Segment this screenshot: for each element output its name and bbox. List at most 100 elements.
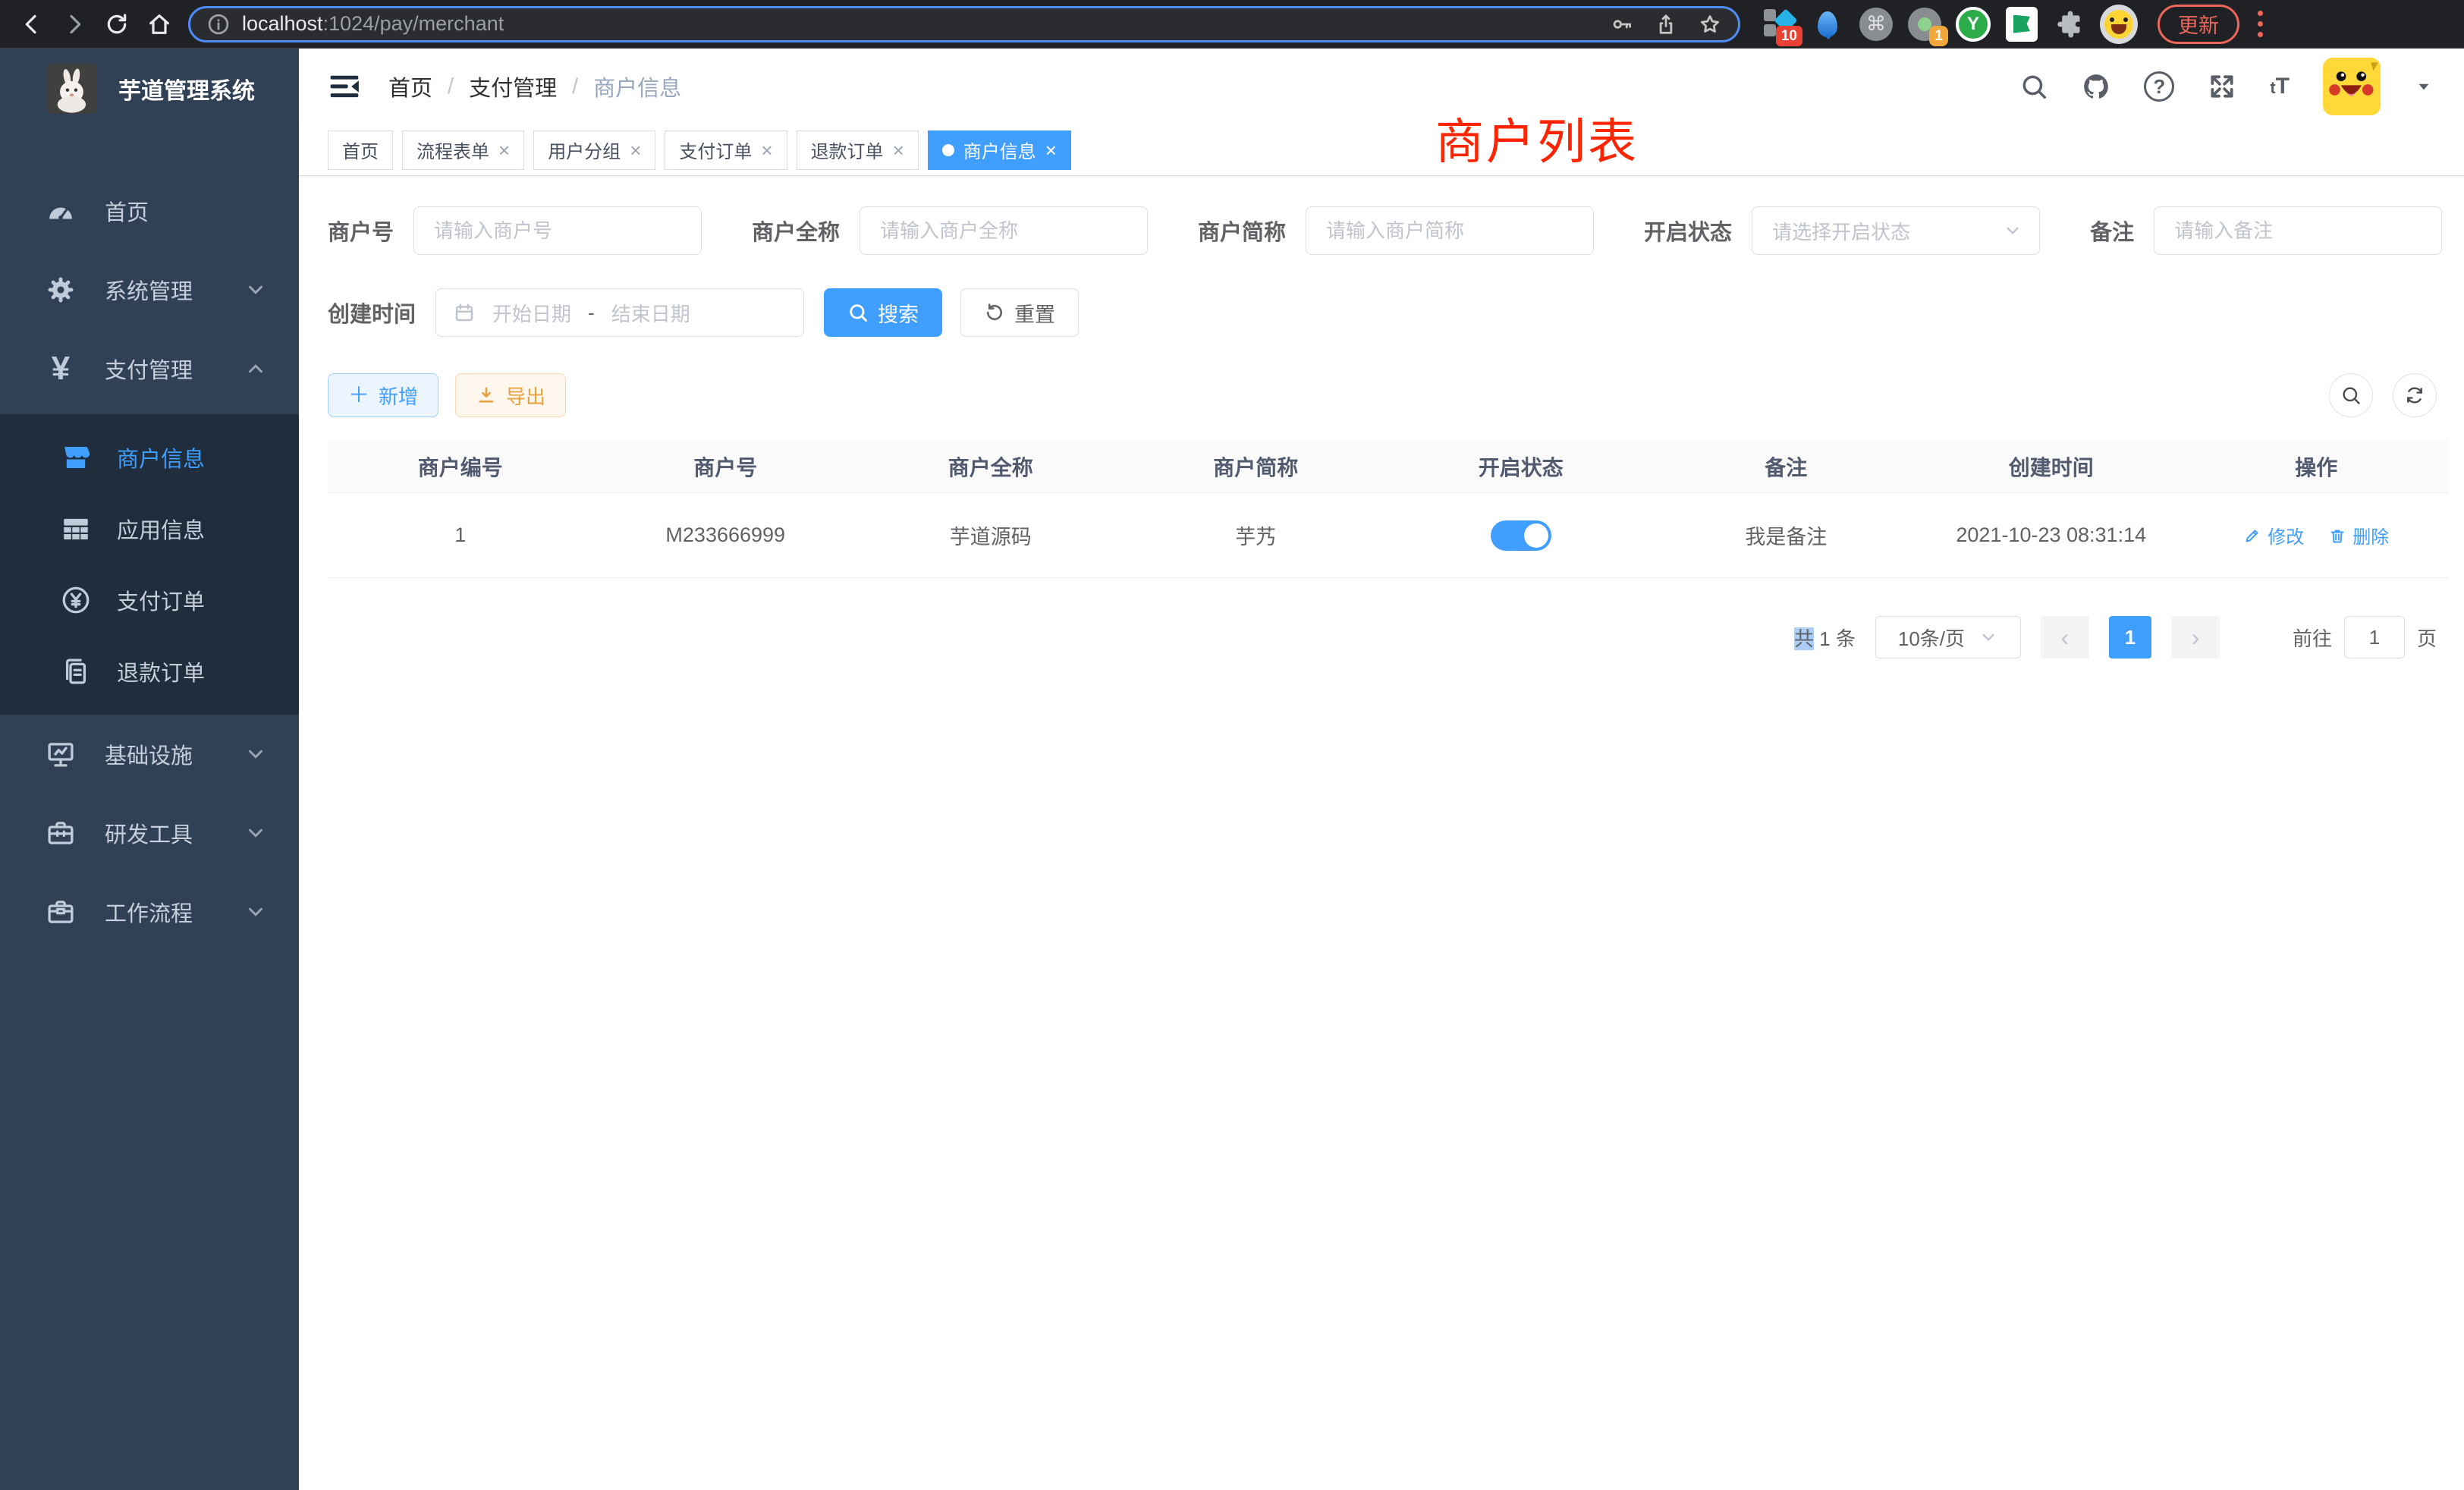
sidebar-item-workflow[interactable]: 工作流程 (0, 872, 299, 951)
sidebar-item-infra[interactable]: 基础设施 (0, 715, 299, 794)
chevron-down-icon (244, 278, 267, 301)
filter-label: 备注 (2090, 215, 2134, 247)
app-logo[interactable]: 芋道管理系统 (0, 49, 299, 129)
avatar-caret-icon[interactable] (2414, 77, 2434, 96)
search-button[interactable]: 搜索 (824, 288, 942, 337)
font-size-icon[interactable]: tT (2270, 74, 2290, 99)
export-button[interactable]: 导出 (455, 373, 566, 417)
share-icon[interactable] (1655, 13, 1677, 36)
browser-home-button[interactable] (138, 3, 181, 46)
tab-home[interactable]: 首页 (328, 130, 393, 170)
profile-emoji-icon (2100, 5, 2138, 44)
cell-id: 1 (328, 523, 593, 547)
extension-recorder-icon[interactable]: 1 (1906, 5, 1944, 43)
bookmark-star-icon[interactable] (1699, 13, 1721, 36)
merchant-shortname-input[interactable] (1306, 206, 1594, 255)
pagination: 共 1 条 10条/页 ‹ 1 › 前往 页 (328, 616, 2449, 659)
cell-full-name: 芋道源码 (858, 520, 1124, 550)
tab-process-form[interactable]: 流程表单× (402, 130, 524, 170)
sidebar-item-merchant-info[interactable]: 商户信息 (0, 422, 299, 493)
page-size-value: 10条/页 (1898, 624, 1965, 652)
sidebar-item-label: 支付管理 (105, 353, 193, 385)
password-key-icon[interactable] (1611, 13, 1633, 36)
sidebar-item-pay-order[interactable]: 支付订单 (0, 564, 299, 636)
edit-button[interactable]: 修改 (2243, 522, 2304, 549)
page-1-button[interactable]: 1 (2109, 616, 2151, 659)
tags-view: 首页 流程表单× 用户分组 × 支付订单 × 退款订单× 商户信息× (299, 124, 2464, 176)
tab-close-icon[interactable]: × (1045, 140, 1057, 160)
extension-y-icon[interactable]: Y (1954, 5, 1992, 43)
page-size-select[interactable]: 10条/页 (1875, 616, 2021, 659)
col-header: 商户全称 (858, 451, 1124, 482)
add-button[interactable]: ＋ 新增 (328, 373, 438, 417)
goto-page-input[interactable] (2344, 616, 2405, 659)
prev-page-button[interactable]: ‹ (2041, 616, 2089, 659)
tab-close-icon[interactable]: × (630, 140, 641, 160)
sidebar-item-app-info[interactable]: 应用信息 (0, 493, 299, 564)
site-info-icon[interactable] (207, 13, 230, 36)
toggle-search-button[interactable] (2329, 373, 2373, 417)
search-label: 搜索 (878, 298, 919, 328)
breadcrumb-pay[interactable]: 支付管理 (469, 71, 557, 102)
github-icon[interactable] (2082, 72, 2110, 101)
tab-pay-order[interactable]: 支付订单 × (665, 130, 787, 170)
sidebar-item-system[interactable]: 系统管理 (0, 250, 299, 329)
sidebar-item-pay[interactable]: ¥ 支付管理 (0, 329, 299, 408)
user-avatar[interactable] (2323, 58, 2381, 115)
filter-label: 开启状态 (1644, 215, 1732, 247)
add-label: 新增 (379, 382, 418, 410)
extension-balloon-icon[interactable] (1809, 5, 1846, 43)
address-bar[interactable]: localhost:1024/pay/merchant (188, 6, 1740, 42)
refresh-table-button[interactable] (2393, 373, 2437, 417)
sidebar-item-refund-order[interactable]: 退款订单 (0, 636, 299, 707)
merchant-fullname-input[interactable] (860, 206, 1148, 255)
create-time-range-picker[interactable]: 开始日期 - 结束日期 (435, 288, 804, 337)
fullscreen-icon[interactable] (2208, 72, 2236, 101)
tab-close-icon[interactable]: × (498, 140, 510, 160)
help-icon[interactable]: ? (2144, 71, 2174, 102)
next-page-button[interactable]: › (2171, 616, 2220, 659)
tab-close-icon[interactable]: × (761, 140, 772, 160)
document-copy-icon (58, 655, 94, 687)
sidebar-item-label: 研发工具 (105, 817, 193, 849)
browser-reload-button[interactable] (96, 3, 138, 46)
puzzle-icon (2055, 9, 2085, 39)
tab-label: 用户分组 (548, 137, 621, 163)
tab-label: 支付订单 (679, 137, 752, 163)
extension-command-icon[interactable]: ⌘ (1857, 5, 1895, 43)
merchant-no-input[interactable] (413, 206, 702, 255)
remark-input[interactable] (2154, 206, 2442, 255)
reset-button[interactable]: 重置 (960, 288, 1079, 337)
tab-refund-order[interactable]: 退款订单× (797, 130, 919, 170)
tab-close-icon[interactable]: × (893, 140, 904, 160)
extension-badge: 10 (1776, 26, 1802, 46)
tab-user-group[interactable]: 用户分组 × (533, 130, 655, 170)
chrome-menu-button[interactable] (2253, 6, 2268, 42)
back-icon (20, 12, 44, 36)
url-path: :1024/pay/merchant (323, 12, 504, 36)
tab-merchant-info[interactable]: 商户信息× (928, 130, 1071, 170)
browser-profile-avatar[interactable] (2100, 5, 2138, 43)
browser-forward-button[interactable] (53, 3, 96, 46)
sidebar-item-home[interactable]: 首页 (0, 171, 299, 250)
chrome-update-button[interactable]: 更新 (2158, 5, 2239, 44)
filter-row-2: 创建时间 开始日期 - 结束日期 搜索 重置 (328, 288, 2449, 337)
status-toggle[interactable] (1491, 520, 1551, 551)
sidebar-item-label: 基础设施 (105, 738, 193, 770)
sidebar-item-devtools[interactable]: 研发工具 (0, 794, 299, 872)
delete-button[interactable]: 删除 (2328, 522, 2389, 549)
breadcrumb-home[interactable]: 首页 (388, 71, 432, 102)
selected-text: 共 (1794, 627, 1814, 650)
chevron-down-icon (244, 901, 267, 923)
extensions-menu-button[interactable] (2051, 5, 2089, 43)
extension-grid-diamond-icon[interactable]: 10 (1760, 5, 1798, 43)
logo-rabbit-image (47, 64, 97, 114)
forward-icon (62, 12, 86, 36)
status-select[interactable]: 请选择开启状态 (1752, 206, 2040, 255)
header-search-icon[interactable] (2019, 72, 2048, 101)
merchant-table: 商户编号 商户号 商户全称 商户简称 开启状态 备注 创建时间 操作 1 M23… (328, 440, 2449, 578)
sidebar-collapse-button[interactable] (328, 70, 361, 103)
extension-doc-icon[interactable] (2003, 5, 2041, 43)
active-tab-dot (942, 144, 954, 156)
browser-back-button[interactable] (11, 3, 53, 46)
